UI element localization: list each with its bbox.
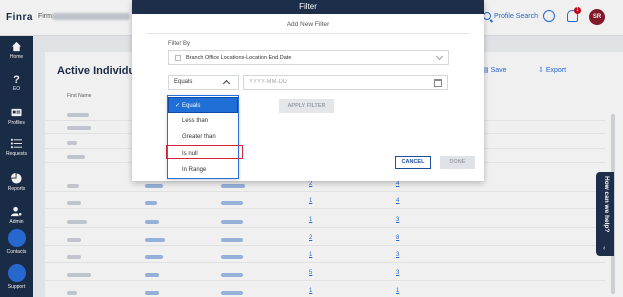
done-button[interactable]: DONE [440, 156, 475, 169]
apply-filter-button[interactable]: APPLY FILTER [279, 99, 334, 113]
option-less-than[interactable]: Less than [168, 113, 238, 129]
check-icon: ✓ [175, 103, 181, 109]
chevron-left-icon[interactable]: ‹ [603, 245, 605, 252]
option-label: Equals [182, 103, 201, 109]
operator-value: Equals [174, 79, 193, 85]
section-divider [146, 33, 470, 34]
option-equals[interactable]: ✓ Equals [168, 97, 238, 113]
highlight-annotation [166, 145, 243, 159]
option-label: In Range [182, 167, 207, 173]
option-label: Greater than [182, 134, 216, 140]
option-greater-than[interactable]: Greater than [168, 129, 238, 145]
date-input[interactable] [243, 75, 448, 90]
filter-field-value: Branch Office Locations-Location End Dat… [186, 55, 292, 61]
calendar-icon[interactable] [434, 79, 442, 87]
checkbox-icon [175, 55, 181, 61]
section-title: Add New Filter [286, 21, 330, 28]
option-label: Less than [182, 118, 209, 124]
dialog-title: Filter [132, 0, 484, 14]
cancel-button[interactable]: CANCEL [395, 156, 431, 169]
filter-by-label: Filter By [168, 41, 191, 47]
chevron-down-icon [435, 52, 444, 61]
operator-dropdown-list: ✓ Equals Less than Greater than Is null I… [167, 95, 239, 179]
date-input-field[interactable] [249, 79, 419, 85]
option-in-range[interactable]: In Range [168, 162, 238, 178]
help-tab-label: How can we help? [603, 176, 610, 233]
filter-field-select[interactable]: Branch Office Locations-Location End Dat… [168, 50, 449, 65]
